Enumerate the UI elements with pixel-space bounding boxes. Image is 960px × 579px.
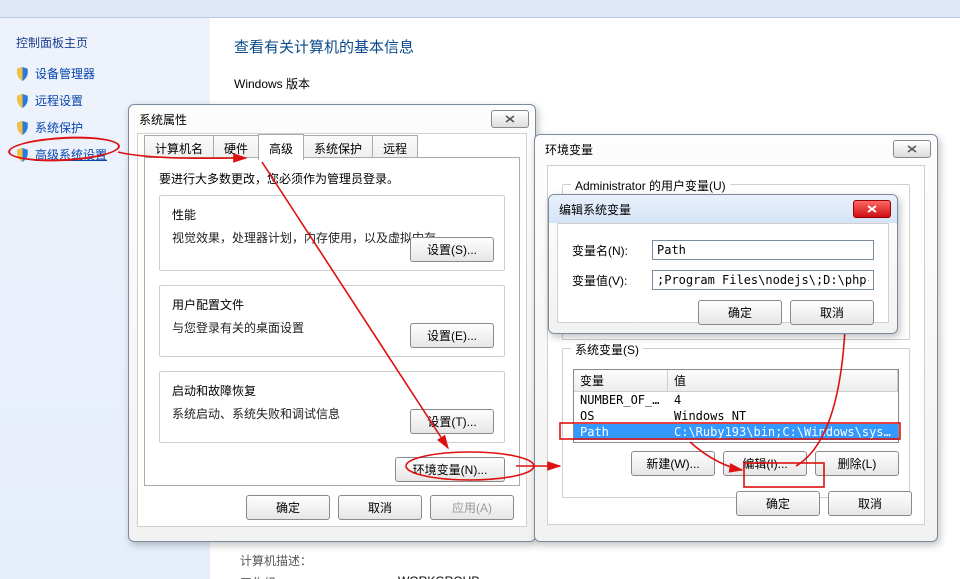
close-button[interactable] <box>853 200 891 218</box>
ok-button[interactable]: 确定 <box>736 491 820 516</box>
close-button[interactable] <box>893 140 931 158</box>
delete-sys-var-button[interactable]: 删除(L) <box>815 451 899 476</box>
performance-group: 性能 视觉效果，处理器计划，内存使用，以及虚拟内存 设置(S)... <box>159 195 505 271</box>
ok-button[interactable]: 确定 <box>246 495 330 520</box>
group-title: 性能 <box>172 206 492 223</box>
link-label: 高级系统设置 <box>35 146 107 163</box>
close-icon <box>866 204 878 214</box>
admin-note: 要进行大多数更改，您必须作为管理员登录。 <box>159 170 505 187</box>
dialog-title: 环境变量 <box>545 141 593 158</box>
user-profiles-settings-button[interactable]: 设置(E)... <box>410 323 494 348</box>
system-variables-group: 系统变量(S) 变量 值 NUMBER_OF_PR...4 OSWindows_… <box>562 348 910 498</box>
advanced-tab-panel: 要进行大多数更改，您必须作为管理员登录。 性能 视觉效果，处理器计划，内存使用，… <box>144 157 520 486</box>
windows-edition-heading: Windows 版本 <box>234 75 936 92</box>
cancel-button[interactable]: 取消 <box>790 300 874 325</box>
list-header: 变量 值 <box>574 370 898 392</box>
close-icon <box>906 144 918 154</box>
link-label: 系统保护 <box>35 119 83 136</box>
computer-desc-label: 计算机描述： <box>240 552 312 569</box>
performance-settings-button[interactable]: 设置(S)... <box>410 237 494 262</box>
new-sys-var-button[interactable]: 新建(W)... <box>631 451 715 476</box>
group-title: 用户配置文件 <box>172 296 492 313</box>
col-header-variable[interactable]: 变量 <box>574 370 668 391</box>
window-top-strip <box>0 0 960 18</box>
sidebar-link-device-manager[interactable]: 设备管理器 <box>16 65 194 82</box>
group-title: 启动和故障恢复 <box>172 382 492 399</box>
shield-icon <box>16 121 29 135</box>
system-variables-list[interactable]: 变量 值 NUMBER_OF_PR...4 OSWindows_NT PathC… <box>573 369 899 443</box>
close-button[interactable] <box>491 110 529 128</box>
group-legend: Administrator 的用户变量(U) <box>571 177 730 194</box>
variable-value-label: 变量值(V): <box>572 272 652 289</box>
workgroup-value: WORKGROUP <box>398 574 479 579</box>
cancel-button[interactable]: 取消 <box>338 495 422 520</box>
dialog-title: 编辑系统变量 <box>559 201 631 218</box>
apply-button[interactable]: 应用(A) <box>430 495 514 520</box>
dialog-titlebar[interactable]: 环境变量 <box>535 135 937 163</box>
workgroup-label: 工作组： <box>240 574 288 579</box>
system-properties-dialog: 系统属性 计算机名 硬件 高级 系统保护 远程 要进行大多数更改，您必须作为管理… <box>128 104 536 542</box>
link-label: 设备管理器 <box>35 65 95 82</box>
shield-icon <box>16 67 29 81</box>
sidebar-heading: 控制面板主页 <box>16 34 194 51</box>
edit-system-variable-dialog: 编辑系统变量 变量名(N): 变量值(V): 确定 取消 <box>548 194 898 334</box>
variable-name-label: 变量名(N): <box>572 242 652 259</box>
list-row[interactable]: OSWindows_NT <box>574 408 898 424</box>
dialog-titlebar[interactable]: 系统属性 <box>129 105 535 133</box>
variable-name-input[interactable] <box>652 240 874 260</box>
close-icon <box>504 114 516 124</box>
shield-icon <box>16 148 29 162</box>
dialog-title: 系统属性 <box>139 111 187 128</box>
list-row-selected[interactable]: PathC:\Ruby193\bin;C:\Windows\syste... <box>574 424 898 440</box>
col-header-value[interactable]: 值 <box>668 370 898 391</box>
cancel-button[interactable]: 取消 <box>828 491 912 516</box>
shield-icon <box>16 94 29 108</box>
variable-value-input[interactable] <box>652 270 874 290</box>
list-row[interactable]: NUMBER_OF_PR...4 <box>574 392 898 408</box>
tab-advanced[interactable]: 高级 <box>258 134 304 160</box>
startup-settings-button[interactable]: 设置(T)... <box>410 409 494 434</box>
list-row[interactable]: PATHEXT.COM;.EXE;.BAT;.CMD;.VBS;.VBE;... <box>574 440 898 443</box>
group-legend: 系统变量(S) <box>571 341 643 358</box>
user-profiles-group: 用户配置文件 与您登录有关的桌面设置 设置(E)... <box>159 285 505 357</box>
edit-sys-var-button[interactable]: 编辑(I)... <box>723 451 807 476</box>
environment-variables-button[interactable]: 环境变量(N)... <box>395 457 505 482</box>
page-title: 查看有关计算机的基本信息 <box>234 36 936 57</box>
ok-button[interactable]: 确定 <box>698 300 782 325</box>
dialog-titlebar[interactable]: 编辑系统变量 <box>549 195 897 223</box>
link-label: 远程设置 <box>35 92 83 109</box>
startup-recovery-group: 启动和故障恢复 系统启动、系统失败和调试信息 设置(T)... <box>159 371 505 443</box>
